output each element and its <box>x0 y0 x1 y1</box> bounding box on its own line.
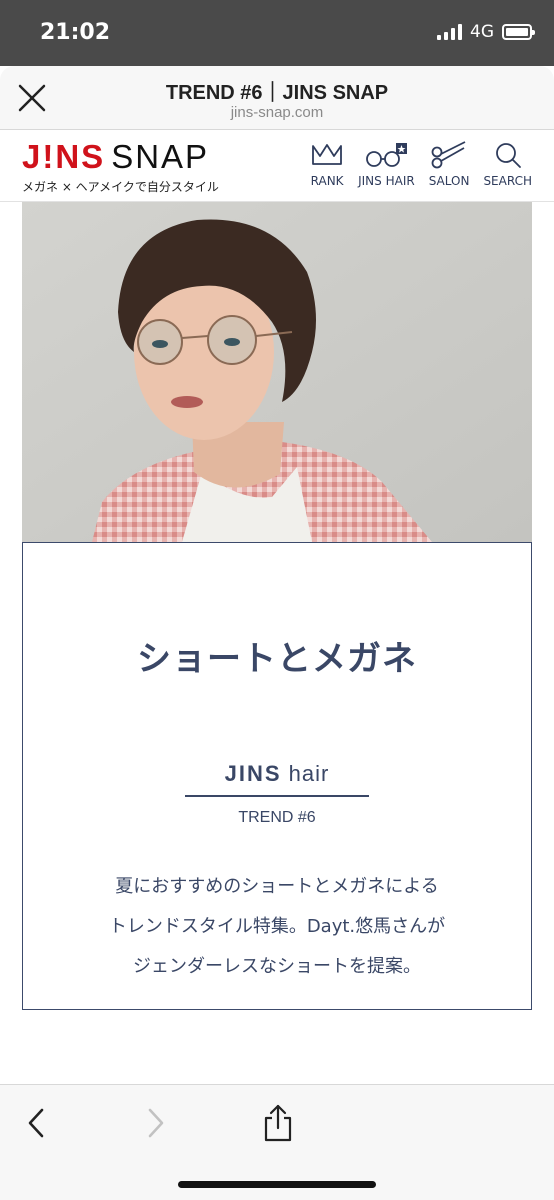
browser-header: TREND #6｜JINS SNAP jins-snap.com <box>0 66 554 130</box>
status-indicators: 4G <box>437 22 535 42</box>
article-card[interactable]: ショートとメガネ JINS hair TREND #6 夏におすすめのショートと… <box>22 542 532 1010</box>
status-bar: 21:02 4G <box>0 0 554 66</box>
forward-button[interactable] <box>136 1103 176 1143</box>
brand-bold: JINS <box>224 761 282 786</box>
logo-jins: J!NS <box>22 138 106 175</box>
browser-sheet: TREND #6｜JINS SNAP jins-snap.com J!NS SNA… <box>0 66 554 1200</box>
hero-photo <box>22 202 532 542</box>
chevron-right-icon <box>148 1108 164 1138</box>
desc-line: ジェンダーレスなショートを提案。 <box>133 956 421 977</box>
nav-item-salon[interactable]: SALON <box>428 140 470 188</box>
scissors-icon <box>431 141 466 169</box>
share-button[interactable] <box>258 1103 298 1143</box>
site-logo[interactable]: J!NS SNAP メガネ × ヘアメイクで自分スタイル <box>22 138 219 195</box>
crown-icon <box>312 144 342 165</box>
battery-icon <box>502 24 535 40</box>
signal-icon <box>437 24 462 40</box>
site-nav-menu: RANK JINS HAIR SALON SEARCH <box>296 140 532 188</box>
site-tagline: メガネ × ヘアメイクで自分スタイル <box>22 180 219 194</box>
home-indicator[interactable] <box>178 1181 376 1188</box>
nav-label-jins-hair: JINS HAIR <box>358 174 415 188</box>
nav-item-search[interactable]: SEARCH <box>483 140 532 188</box>
desc-line: 夏におすすめのショートとメガネによる <box>115 876 439 897</box>
share-icon <box>264 1104 292 1142</box>
trend-number: TREND #6 <box>238 809 316 826</box>
article-title: ショートとメガネ <box>137 639 417 679</box>
status-time: 21:02 <box>40 20 111 45</box>
brand-divider <box>185 795 369 797</box>
logo-snap: SNAP <box>111 138 210 175</box>
nav-item-rank[interactable]: RANK <box>310 140 344 188</box>
nav-item-jins-hair[interactable]: JINS HAIR <box>358 140 415 188</box>
page-url: jins-snap.com <box>230 104 324 121</box>
model-portrait-image <box>22 202 532 542</box>
network-type: 4G <box>470 22 494 42</box>
nav-label-rank: RANK <box>310 174 344 188</box>
site-header: J!NS SNAP メガネ × ヘアメイクで自分スタイル RANK JINS H… <box>0 130 554 202</box>
nav-label-search: SEARCH <box>483 174 532 188</box>
brand-label: JINS hair <box>23 761 531 787</box>
screen: 21:02 4G TREND #6｜JINS SNAP jins-snap.co… <box>0 0 554 1200</box>
nav-label-salon: SALON <box>428 174 470 188</box>
back-button[interactable] <box>16 1103 56 1143</box>
chevron-left-icon <box>28 1108 44 1138</box>
search-icon <box>495 143 521 168</box>
desc-line: トレンドスタイル特集。Dayt.悠馬さんが <box>108 916 446 937</box>
article-description: 夏におすすめのショートとメガネによる トレンドスタイル特集。Dayt.悠馬さんが… <box>23 867 531 987</box>
page-title: TREND #6｜JINS SNAP <box>165 82 389 104</box>
logo-wordmark: J!NS SNAP <box>22 138 219 176</box>
glasses-star-icon <box>366 143 408 167</box>
browser-toolbar <box>0 1084 554 1200</box>
brand-light: hair <box>288 761 330 786</box>
